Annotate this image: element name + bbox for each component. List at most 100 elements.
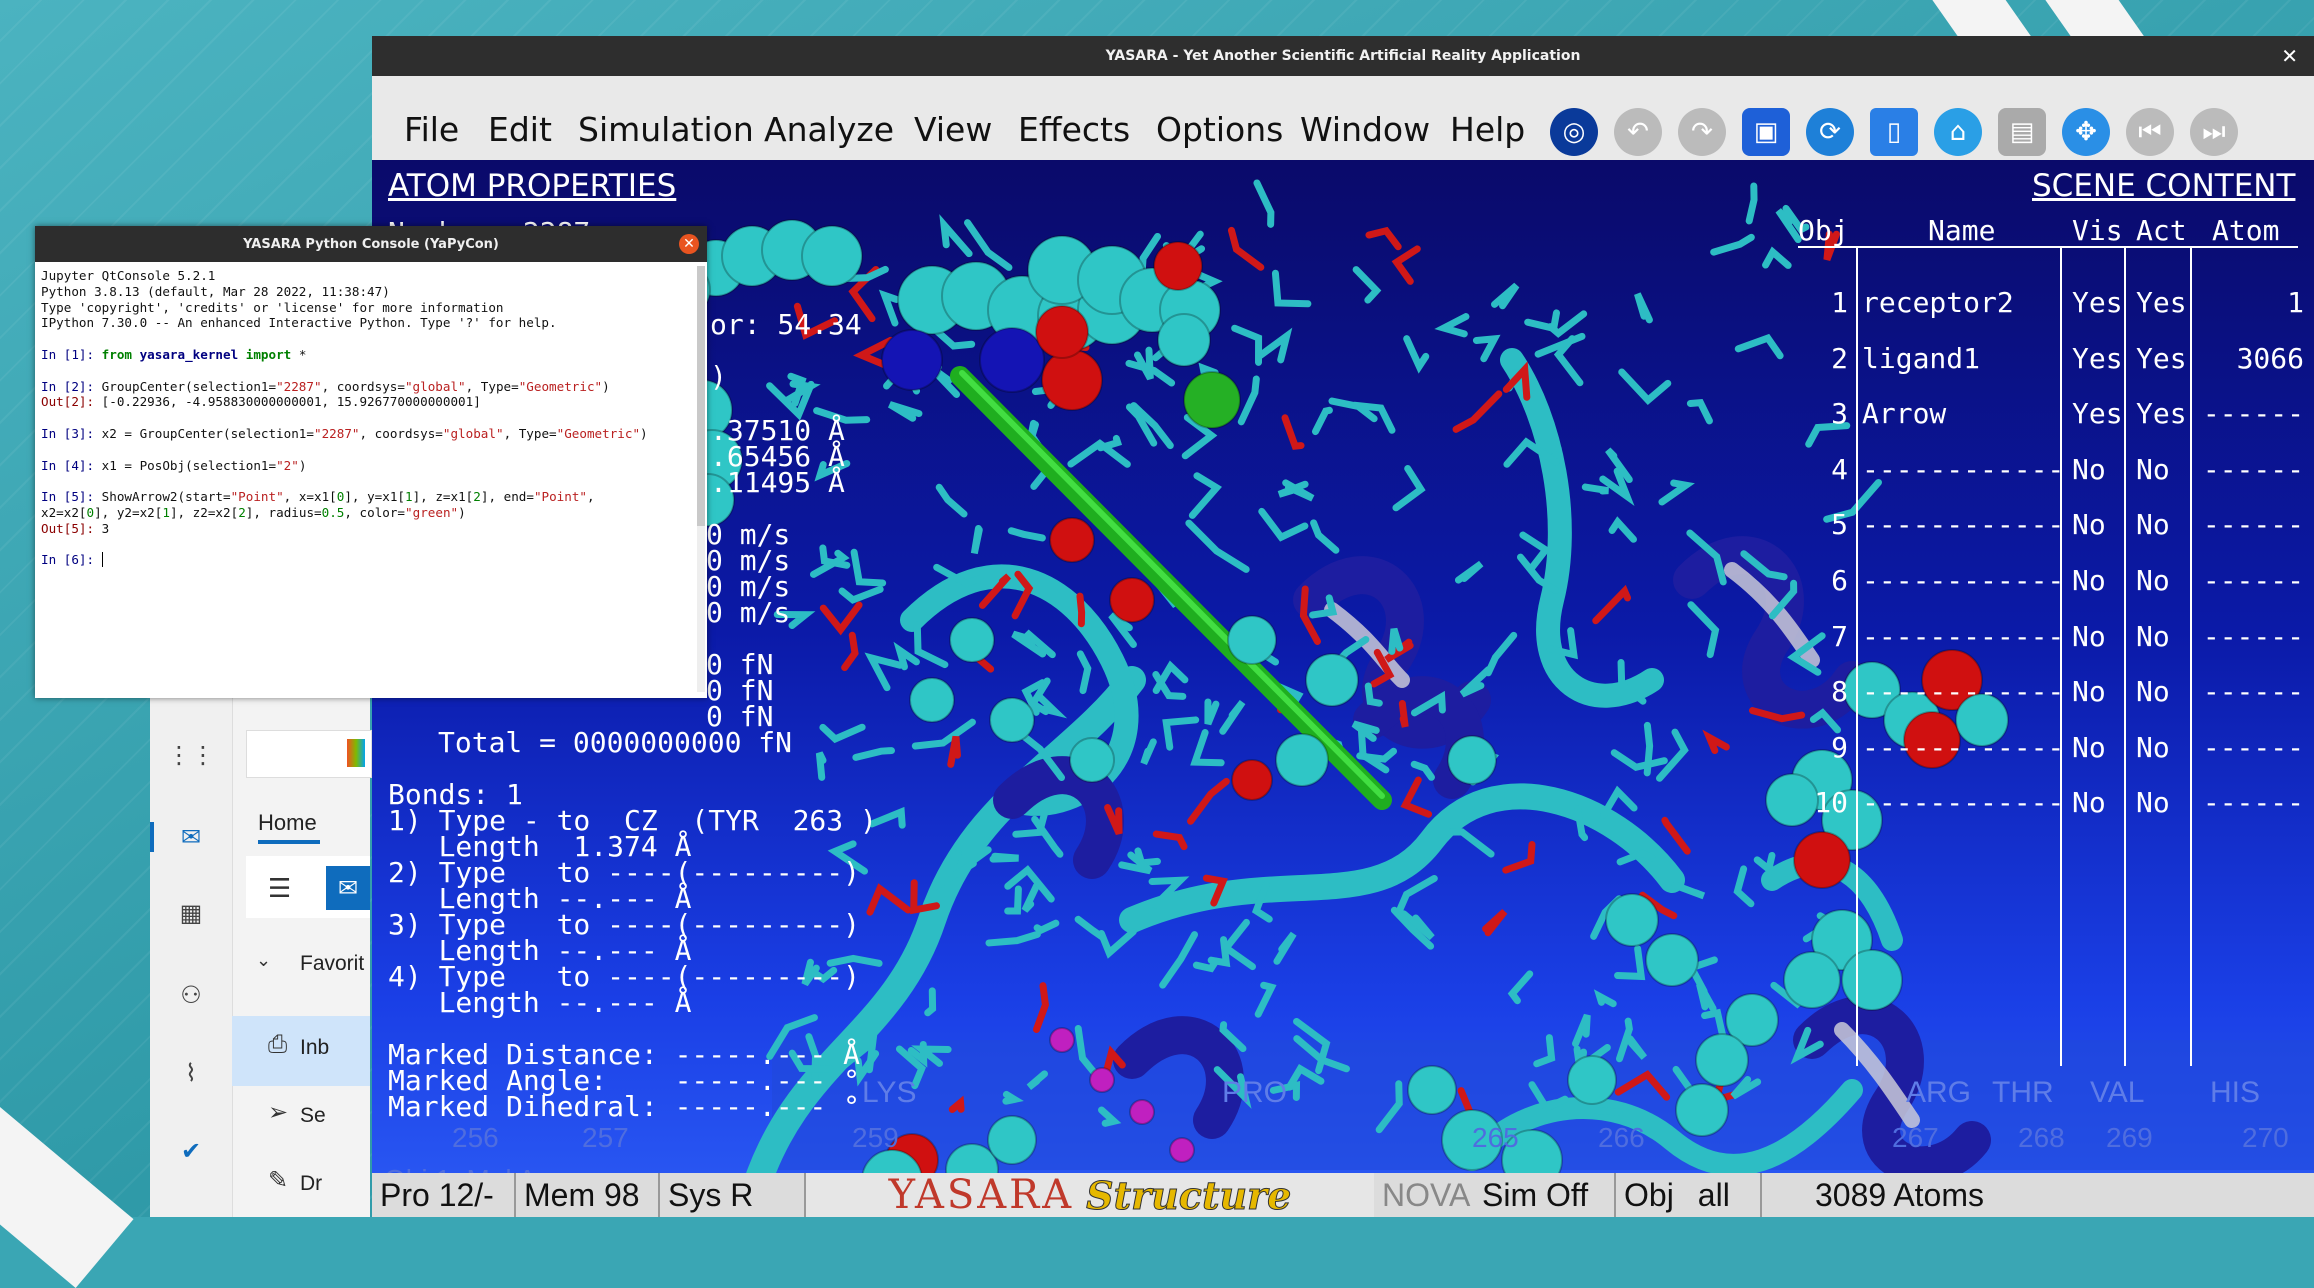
fast-forward-icon[interactable]: ⏭ — [2190, 108, 2238, 156]
scene-row-atom[interactable]: ------ — [2198, 675, 2304, 708]
close-icon[interactable]: ✕ — [679, 234, 699, 254]
scene-row-obj[interactable]: 1 — [1798, 286, 1848, 319]
scene-row-act[interactable]: No — [2136, 675, 2170, 708]
scene-row-act[interactable]: No — [2136, 453, 2170, 486]
attachment-icon[interactable]: ⌇ — [176, 1058, 206, 1088]
console-scrollbar[interactable] — [697, 266, 705, 692]
scene-row-vis[interactable]: Yes — [2072, 397, 2123, 430]
folder-drafts[interactable]: Dr — [300, 1172, 322, 1196]
select-box-icon[interactable]: ▣ — [1742, 108, 1790, 156]
scene-row-act[interactable]: Yes — [2136, 342, 2187, 375]
cycle-icon[interactable]: ⟳ — [1806, 108, 1854, 156]
menu-simulation[interactable]: Simulation — [578, 110, 754, 149]
menu-options[interactable]: Options — [1156, 110, 1283, 149]
scene-row-act[interactable]: No — [2136, 564, 2170, 597]
drafts-icon: ✎ — [268, 1166, 289, 1194]
folder-sent[interactable]: Se — [300, 1104, 326, 1128]
scene-row-name[interactable]: ------------ — [1862, 564, 2064, 597]
scene-row-vis[interactable]: No — [2072, 508, 2106, 541]
save-icon[interactable]: ▤ — [1998, 108, 2046, 156]
scene-row-vis[interactable]: No — [2072, 564, 2106, 597]
scene-row-obj[interactable]: 3 — [1798, 397, 1848, 430]
scene-row-act[interactable]: No — [2136, 508, 2170, 541]
scene-row-obj[interactable]: 2 — [1798, 342, 1848, 375]
menu-window[interactable]: Window — [1300, 110, 1430, 149]
scene-row-name[interactable]: ------------ — [1862, 620, 2064, 653]
scene-row-atom[interactable]: ------ — [2198, 564, 2304, 597]
scene-row-obj[interactable]: 7 — [1798, 620, 1848, 653]
menu-help[interactable]: Help — [1450, 110, 1525, 149]
calendar-icon[interactable]: ▦ — [176, 898, 206, 928]
scene-row-act[interactable]: Yes — [2136, 397, 2187, 430]
scene-row-atom[interactable]: ------ — [2198, 620, 2304, 653]
seq-num: 259 — [852, 1122, 899, 1153]
atom-properties-heading[interactable]: ATOM PROPERTIES — [388, 168, 676, 204]
residue-stick — [1221, 918, 1257, 971]
scene-row-atom[interactable]: ------ — [2198, 731, 2304, 764]
move-icon[interactable]: ✥ — [2062, 108, 2110, 156]
scene-row-vis[interactable]: No — [2072, 620, 2106, 653]
scene-row-vis[interactable]: Yes — [2072, 342, 2123, 375]
console-output[interactable]: Jupyter QtConsole 5.2.1 Python 3.8.13 (de… — [41, 268, 693, 568]
scene-row-name[interactable]: ------------ — [1862, 675, 2064, 708]
todo-icon[interactable]: ✔ — [176, 1136, 206, 1166]
menu-file[interactable]: File — [404, 110, 459, 149]
app-launcher-icon[interactable]: ⋮⋮ — [167, 740, 215, 770]
tab-home[interactable]: Home — [258, 810, 317, 836]
status-sys: Sys R — [660, 1173, 806, 1217]
scene-row-obj[interactable]: 4 — [1798, 453, 1848, 486]
scene-row-name[interactable]: ------------ — [1862, 453, 2064, 486]
open-folder-icon[interactable]: ⌂ — [1934, 108, 1982, 156]
menu-effects[interactable]: Effects — [1018, 110, 1130, 149]
chevron-down-icon[interactable]: ⌄ — [256, 950, 271, 971]
scene-row-atom[interactable]: 1 — [2198, 286, 2304, 319]
python-console-title: YASARA Python Console (YaPyCon) — [243, 236, 499, 252]
scene-row-obj[interactable]: 5 — [1798, 508, 1848, 541]
scene-row-vis[interactable]: No — [2072, 731, 2106, 764]
scene-row-act[interactable]: Yes — [2136, 286, 2187, 319]
scene-row-name[interactable]: ------------ — [1862, 508, 2064, 541]
new-file-icon[interactable]: ▯ — [1870, 108, 1918, 156]
scene-row-atom[interactable]: ------ — [2198, 508, 2304, 541]
scene-row-name[interactable]: ------------ — [1862, 786, 2064, 819]
scene-row-act[interactable]: No — [2136, 620, 2170, 653]
scene-row-act[interactable]: No — [2136, 786, 2170, 819]
input-cell-6[interactable]: In [6]: — [41, 552, 693, 568]
scene-row-vis[interactable]: No — [2072, 786, 2106, 819]
scene-row-name[interactable]: ------------ — [1862, 731, 2064, 764]
search-box[interactable] — [246, 730, 372, 778]
forward-arrow-icon[interactable]: ↷ — [1678, 108, 1726, 156]
scene-row-name[interactable]: receptor2 — [1862, 286, 2014, 319]
scene-row-vis[interactable]: No — [2072, 675, 2106, 708]
people-icon[interactable]: ⚇ — [176, 980, 206, 1010]
rewind-icon[interactable]: ⏮ — [2126, 108, 2174, 156]
scene-row-vis[interactable]: Yes — [2072, 286, 2123, 319]
scene-row-obj[interactable]: 10 — [1798, 786, 1848, 819]
mail-icon[interactable]: ✉ — [176, 822, 206, 852]
scene-row-name[interactable]: Arrow — [1862, 397, 1946, 430]
residue-stick — [1410, 760, 1435, 781]
scene-row-atom[interactable]: ------ — [2198, 453, 2304, 486]
scene-row-name[interactable]: ligand1 — [1862, 342, 1980, 375]
folder-inbox[interactable]: Inb — [300, 1036, 329, 1060]
menu-edit[interactable]: Edit — [488, 110, 552, 149]
scene-row-atom[interactable]: ------ — [2198, 786, 2304, 819]
new-mail-button[interactable]: ✉ — [326, 866, 370, 910]
scene-row-atom[interactable]: ------ — [2198, 397, 2304, 430]
menu-analyze[interactable]: Analyze — [764, 110, 894, 149]
rotate-tool-icon[interactable]: ◎ — [1550, 108, 1598, 156]
back-arrow-icon[interactable]: ↶ — [1614, 108, 1662, 156]
scene-row-obj[interactable]: 8 — [1798, 675, 1848, 708]
scene-row-obj[interactable]: 6 — [1798, 564, 1848, 597]
scene-row-atom[interactable]: 3066 — [2198, 342, 2304, 375]
scene-row-act[interactable]: No — [2136, 731, 2170, 764]
status-obj[interactable]: Obj all — [1616, 1173, 1762, 1217]
close-icon[interactable]: ✕ — [2281, 44, 2298, 68]
scene-row-obj[interactable]: 9 — [1798, 731, 1848, 764]
hamburger-menu-icon[interactable]: ☰ — [268, 874, 291, 904]
scene-row-vis[interactable]: No — [2072, 453, 2106, 486]
scene-content-heading[interactable]: SCENE CONTENT — [2032, 168, 2295, 204]
menu-view[interactable]: View — [914, 110, 992, 149]
status-sim[interactable]: Sim Off — [1474, 1173, 1616, 1217]
favorites-header[interactable]: Favorit — [300, 952, 364, 976]
